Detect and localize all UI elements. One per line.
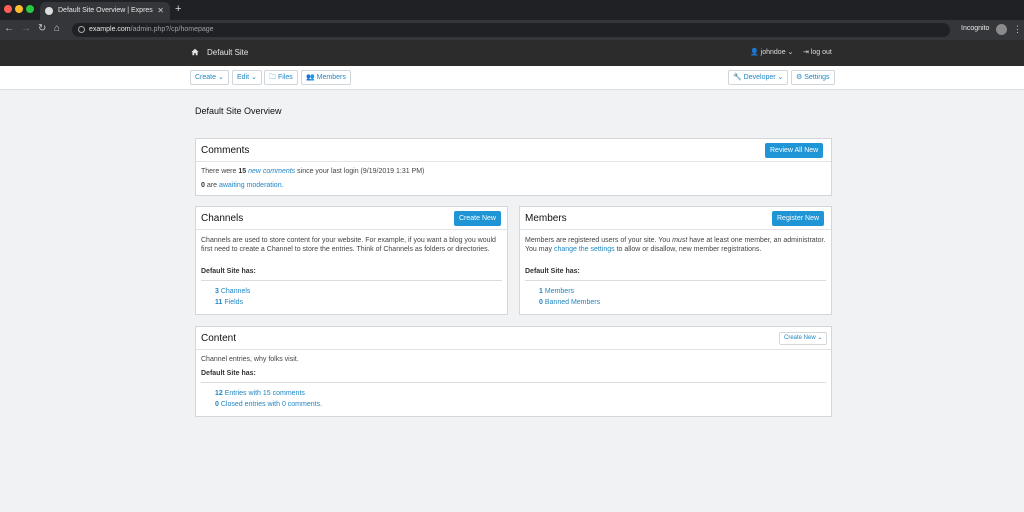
- wrench-icon: 🔧: [733, 74, 742, 81]
- chevron-down-icon: ⌄: [217, 74, 224, 81]
- favicon-icon: [45, 7, 53, 15]
- url-path: /admin.php?/cp/homepage: [130, 26, 214, 33]
- panel-header: Channels Create New: [196, 207, 507, 230]
- home-browser-icon[interactable]: ⌂: [54, 23, 60, 34]
- register-new-button[interactable]: Register New: [772, 211, 825, 226]
- comments-summary: There were 15 new comments since your la…: [201, 168, 425, 175]
- members-title: Members: [525, 213, 567, 224]
- files-button[interactable]: 🗀 Files: [264, 70, 298, 85]
- gear-icon: ⚙: [796, 74, 803, 81]
- divider: [201, 280, 502, 281]
- create-entry-button[interactable]: Create New ⌄: [779, 332, 828, 345]
- members-description: Members are registered users of your sit…: [525, 237, 826, 253]
- tab-title: Default Site Overview | Expres: [58, 7, 153, 14]
- content-has-label: Default Site has:: [201, 370, 256, 377]
- maximize-window-icon[interactable]: [26, 5, 34, 13]
- address-bar[interactable]: example.com/admin.php?/cp/homepage: [72, 23, 950, 37]
- incognito-label: Incognito: [961, 25, 990, 32]
- create-channel-button[interactable]: Create New: [454, 211, 501, 226]
- forward-icon[interactable]: →: [21, 23, 31, 34]
- minimize-window-icon[interactable]: [15, 5, 23, 13]
- close-window-icon[interactable]: [4, 5, 12, 13]
- comments-title: Comments: [201, 145, 250, 156]
- channels-has-label: Default Site has:: [201, 268, 256, 275]
- settings-button[interactable]: ⚙ Settings: [791, 70, 835, 85]
- chevron-down-icon: ⌄: [777, 74, 784, 81]
- members-count-link[interactable]: 1 Members: [539, 288, 574, 295]
- closed-entries-link[interactable]: 0 Closed entries with 0 comments.: [215, 401, 322, 408]
- logout-link[interactable]: ⇥ log out: [803, 48, 832, 56]
- page-title: Default Site Overview: [195, 106, 282, 116]
- logout-icon: ⇥: [803, 49, 809, 56]
- comments-panel: Comments Review All New There were 15 ne…: [195, 138, 832, 196]
- user-menu[interactable]: 👤 johndoe ⌄: [750, 48, 793, 56]
- browser-menu-icon[interactable]: ⋮: [1013, 24, 1022, 35]
- user-icon: 👤: [750, 49, 759, 56]
- members-button[interactable]: 👥 Members: [301, 70, 351, 85]
- browser-tab-bar: Default Site Overview | Expres ✕ +: [0, 0, 1024, 20]
- edit-menu-button[interactable]: Edit ⌄: [232, 70, 262, 85]
- panel-header: Content Create New ⌄: [196, 327, 831, 350]
- panel-header: Comments Review All New: [196, 139, 831, 162]
- content-title: Content: [201, 333, 237, 344]
- change-settings-link[interactable]: change the settings: [554, 246, 615, 253]
- sub-navigation: [0, 66, 1024, 90]
- content-description: Channel entries, why folks visit.: [201, 356, 299, 363]
- channels-description: Channels are used to store content for y…: [201, 237, 496, 253]
- reload-icon[interactable]: ↻: [38, 23, 46, 34]
- chevron-down-icon: ⌄: [251, 74, 257, 81]
- site-name-link[interactable]: Default Site: [207, 48, 248, 57]
- divider: [525, 280, 826, 281]
- home-icon[interactable]: [191, 48, 199, 56]
- moderation-summary: 0 are awaiting moderation.: [201, 182, 284, 189]
- members-panel: Members Register New Members are registe…: [519, 206, 832, 315]
- developer-menu-button[interactable]: 🔧 Developer ⌄: [728, 70, 789, 85]
- panel-header: Members Register New: [520, 207, 831, 230]
- browser-tab[interactable]: Default Site Overview | Expres ✕: [40, 2, 170, 20]
- files-icon: 🗀: [269, 74, 276, 81]
- browser-toolbar: ← → ↻ ⌂ example.com/admin.php?/cp/homepa…: [0, 20, 1024, 40]
- new-tab-icon[interactable]: +: [175, 3, 181, 15]
- app-header: [0, 40, 1024, 66]
- entries-count-link[interactable]: 12 Entries with 15 comments: [215, 390, 305, 397]
- logout-label: log out: [810, 49, 832, 56]
- tab-close-icon[interactable]: ✕: [157, 2, 164, 20]
- members-icon: 👥: [306, 74, 315, 81]
- url-host: example.com: [89, 26, 131, 33]
- channels-title: Channels: [201, 213, 244, 224]
- banned-members-link[interactable]: 0 Banned Members: [539, 299, 600, 306]
- channels-panel: Channels Create New Channels are used to…: [195, 206, 508, 315]
- channels-count-link[interactable]: 3 Channels: [215, 288, 250, 295]
- create-menu-button[interactable]: Create ⌄: [190, 70, 229, 85]
- username: johndoe: [760, 49, 786, 56]
- divider: [201, 382, 826, 383]
- members-has-label: Default Site has:: [525, 268, 580, 275]
- back-icon[interactable]: ←: [4, 23, 14, 34]
- new-comments-link[interactable]: new comments: [248, 168, 295, 175]
- site-info-icon[interactable]: [78, 26, 85, 33]
- content-panel: Content Create New ⌄ Channel entries, wh…: [195, 326, 832, 417]
- awaiting-moderation-link[interactable]: awaiting moderation.: [219, 182, 284, 189]
- review-all-new-button[interactable]: Review All New: [765, 143, 824, 158]
- chevron-down-icon: ⌄: [817, 335, 823, 341]
- fields-count-link[interactable]: 11 Fields: [215, 299, 243, 306]
- chevron-down-icon: ⌄: [787, 49, 794, 56]
- incognito-icon[interactable]: [996, 24, 1007, 35]
